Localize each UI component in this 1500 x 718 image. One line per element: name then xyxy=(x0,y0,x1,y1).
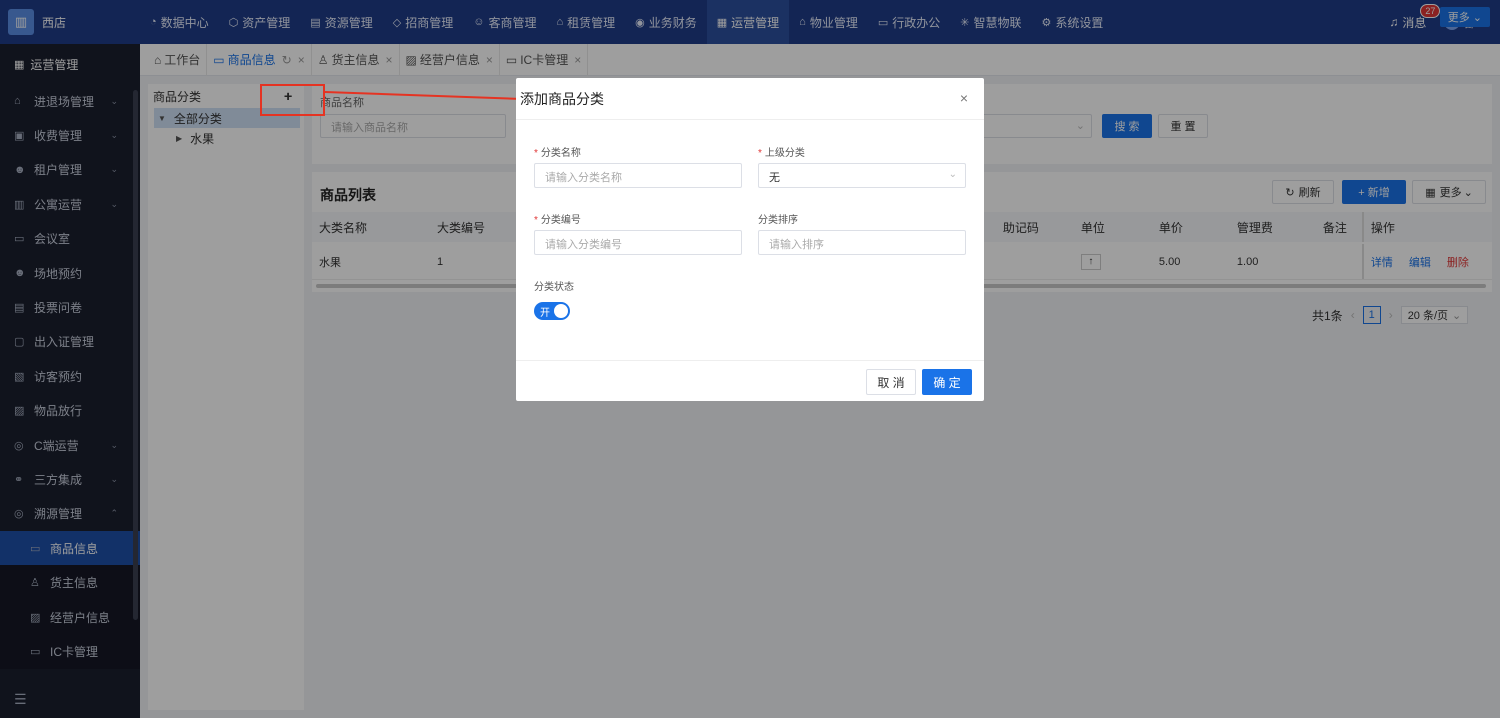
add-category-button-highlighted[interactable]: + xyxy=(284,88,292,104)
category-status-label: 分类状态 xyxy=(534,282,574,293)
dialog-footer: 取 消 确 定 xyxy=(516,360,984,401)
parent-category-value: 无 xyxy=(769,172,780,184)
category-sort-input[interactable]: 请输入排序 xyxy=(758,230,966,255)
annotation-highlight-box xyxy=(260,84,325,116)
category-sort-label: 分类排序 xyxy=(758,215,798,226)
category-code-label: * 分类编号 xyxy=(534,215,581,226)
category-status-toggle[interactable]: 开 xyxy=(534,302,570,320)
parent-category-select[interactable]: 无 ⌄ xyxy=(758,163,966,188)
category-name-label: * 分类名称 xyxy=(534,148,581,159)
chevron-down-icon: ⌄ xyxy=(948,169,957,180)
add-category-dialog: 添加商品分类 × * 分类名称 请输入分类名称 * 上级分类 无 ⌄ * 分类编号 请… xyxy=(516,78,984,401)
cancel-button[interactable]: 取 消 xyxy=(866,369,916,395)
parent-category-label: * 上级分类 xyxy=(758,148,805,159)
category-code-input[interactable]: 请输入分类编号 xyxy=(534,230,742,255)
close-icon[interactable]: × xyxy=(960,90,968,106)
confirm-button[interactable]: 确 定 xyxy=(922,369,972,395)
category-name-input[interactable]: 请输入分类名称 xyxy=(534,163,742,188)
toggle-label: 开 xyxy=(540,307,550,319)
toggle-knob xyxy=(554,304,568,318)
dialog-header: 添加商品分类 xyxy=(516,78,984,120)
dialog-title: 添加商品分类 xyxy=(520,90,604,107)
